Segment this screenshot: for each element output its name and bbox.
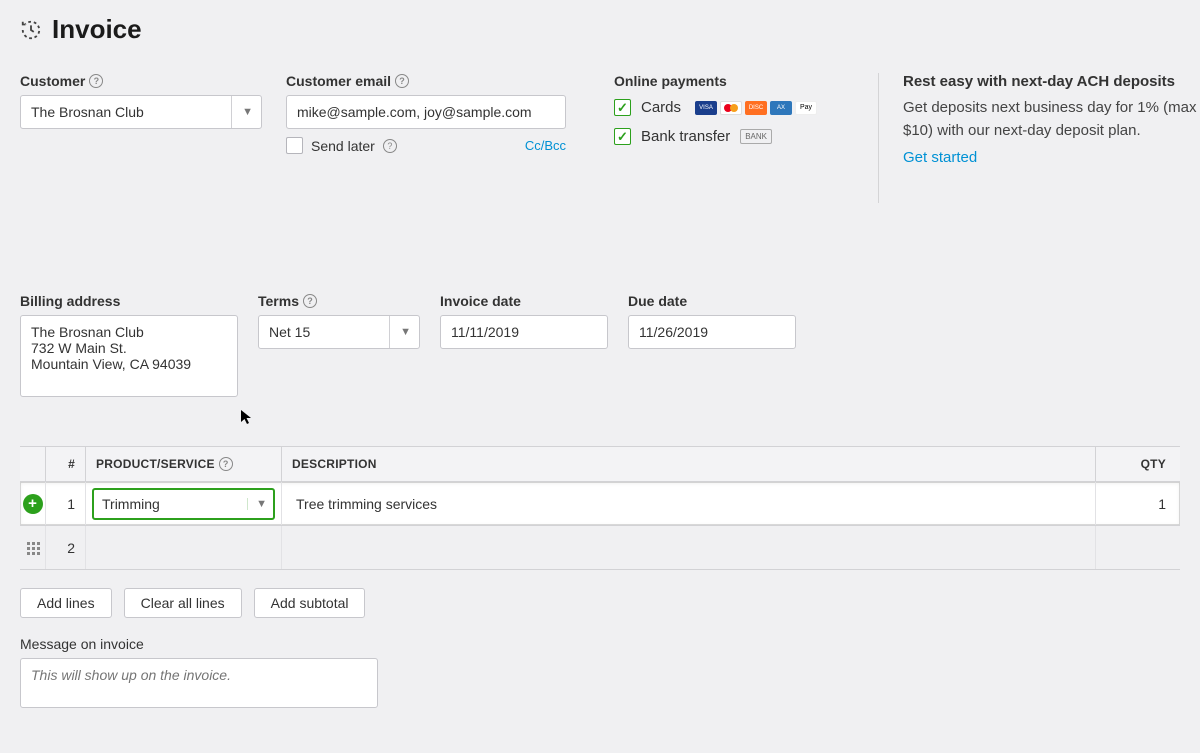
help-icon[interactable]: ? [219, 457, 233, 471]
bank-transfer-label: Bank transfer [641, 128, 730, 145]
add-subtotal-button[interactable]: Add subtotal [254, 588, 366, 618]
line-row[interactable]: + 1 Trimming ▼ Tree trimming services 1 [20, 482, 1180, 526]
help-icon[interactable]: ? [303, 294, 317, 308]
product-select[interactable]: Trimming ▼ [92, 488, 275, 520]
col-description: DESCRIPTION [282, 447, 1096, 481]
line-qty[interactable]: 1 [1096, 482, 1180, 525]
send-later-label: Send later [311, 138, 375, 154]
get-started-link[interactable]: Get started [903, 149, 1200, 166]
add-line-icon[interactable]: + [23, 494, 43, 514]
promo-body: Get deposits next business day for 1% (m… [903, 96, 1200, 143]
history-icon[interactable] [20, 19, 42, 41]
send-later-checkbox[interactable] [286, 137, 303, 154]
cards-label: Cards [641, 99, 681, 116]
ccbcc-link[interactable]: Cc/Bcc [525, 138, 566, 153]
col-product: PRODUCT/SERVICE [96, 457, 215, 471]
due-date-input[interactable] [628, 315, 796, 349]
chevron-down-icon: ▼ [389, 316, 411, 348]
mouse-cursor-icon [240, 409, 256, 425]
online-payments-label: Online payments [614, 73, 854, 89]
line-qty[interactable] [1096, 526, 1180, 569]
clear-all-lines-button[interactable]: Clear all lines [124, 588, 242, 618]
add-lines-button[interactable]: Add lines [20, 588, 112, 618]
customer-email-input[interactable] [286, 95, 566, 129]
card-brand-icons: VISA DISC AX Pay [695, 101, 817, 115]
line-num: 1 [46, 482, 86, 525]
line-row[interactable]: 2 [20, 526, 1180, 570]
line-description[interactable]: Tree trimming services [282, 482, 1096, 525]
col-qty: QTY [1096, 457, 1180, 471]
help-icon[interactable]: ? [395, 74, 409, 88]
page-title: Invoice [52, 14, 142, 45]
terms-select[interactable]: Net 15 ▼ [258, 315, 420, 349]
bank-badge-icon: BANK [740, 129, 772, 144]
customer-select[interactable]: The Brosnan Club ▼ [20, 95, 262, 129]
billing-address-label: Billing address [20, 293, 238, 309]
customer-label: Customer ? [20, 73, 262, 89]
billing-address-input[interactable] [20, 315, 238, 397]
line-num: 2 [46, 526, 86, 569]
message-on-invoice-label: Message on invoice [20, 636, 378, 652]
product-cell[interactable] [86, 526, 282, 569]
customer-email-label: Customer email ? [286, 73, 566, 89]
invoice-date-label: Invoice date [440, 293, 608, 309]
message-on-invoice-input[interactable] [20, 658, 378, 708]
col-num: # [46, 447, 86, 481]
due-date-label: Due date [628, 293, 796, 309]
terms-label: Terms ? [258, 293, 420, 309]
chevron-down-icon: ▼ [247, 498, 267, 510]
cards-checkbox[interactable] [614, 99, 631, 116]
help-icon[interactable]: ? [383, 139, 397, 153]
drag-handle-icon[interactable] [27, 542, 39, 554]
help-icon[interactable]: ? [89, 74, 103, 88]
invoice-date-input[interactable] [440, 315, 608, 349]
line-description[interactable] [282, 526, 1096, 569]
bank-transfer-checkbox[interactable] [614, 128, 631, 145]
chevron-down-icon: ▼ [231, 96, 253, 128]
promo-heading: Rest easy with next-day ACH deposits [903, 73, 1200, 90]
